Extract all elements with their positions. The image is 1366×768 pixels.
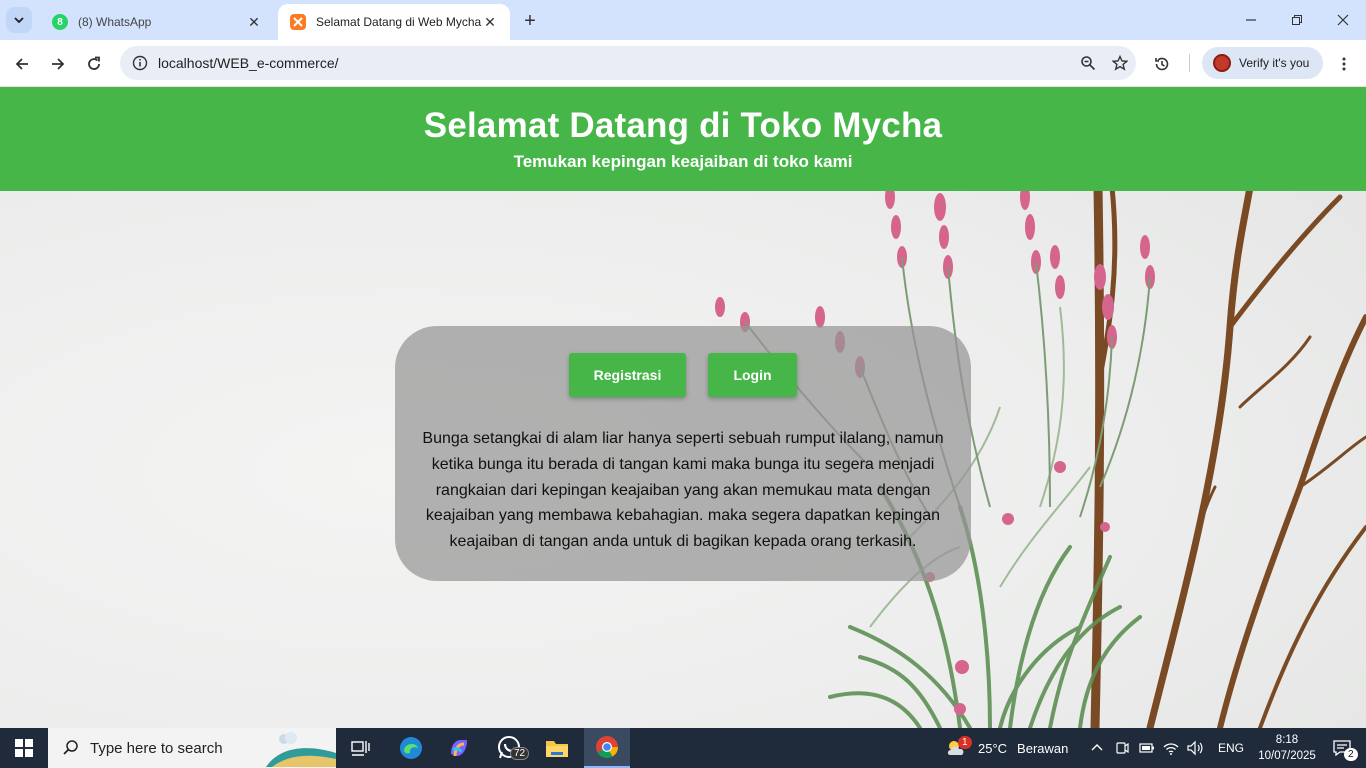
- search-highlight-icon: [266, 732, 336, 767]
- page-subtitle: Temukan kepingan keajaiban di toko kami: [513, 152, 853, 171]
- clock-date: 10/07/2025: [1258, 750, 1316, 762]
- chrome-icon: [596, 736, 618, 758]
- minimize-icon: [1246, 19, 1256, 21]
- clock[interactable]: 8:18 10/07/2025: [1256, 728, 1318, 768]
- copilot-icon: [451, 740, 467, 757]
- welcome-card: Registrasi Login Bunga setangkai di alam…: [395, 326, 971, 581]
- xampp-favicon-icon: [290, 14, 306, 30]
- reload-button[interactable]: [80, 50, 108, 78]
- toolbar-divider: [1189, 54, 1190, 72]
- search-placeholder: Type here to search: [90, 739, 223, 757]
- start-button[interactable]: [0, 728, 48, 768]
- reload-icon: [88, 56, 100, 70]
- weather-alert-badge: 1: [958, 736, 972, 749]
- minimize-button[interactable]: [1228, 0, 1274, 40]
- whatsapp-unread-badge: 72: [510, 747, 530, 760]
- clock-time: 8:18: [1275, 734, 1299, 746]
- windows-logo-icon: [15, 739, 33, 757]
- plus-icon: +: [524, 9, 536, 32]
- site-info-icon[interactable]: [122, 55, 158, 71]
- task-view-button[interactable]: [338, 728, 384, 768]
- file-explorer-taskbar-button[interactable]: [534, 728, 580, 768]
- arrow-right-icon: [52, 58, 65, 70]
- page-header: Selamat Datang di Toko Mycha Temukan kep…: [0, 87, 1366, 191]
- tab-search-button[interactable]: [6, 7, 32, 33]
- copilot-taskbar-button[interactable]: [436, 728, 482, 768]
- address-bar[interactable]: localhost/WEB_e-commerce/: [120, 46, 1136, 80]
- wifi-icon[interactable]: [1162, 740, 1180, 756]
- chrome-taskbar-button[interactable]: [584, 728, 630, 768]
- battery-icon[interactable]: [1138, 740, 1156, 756]
- web-page: Selamat Datang di Toko Mycha Temukan kep…: [0, 87, 1366, 728]
- history-icon: [1155, 57, 1169, 71]
- weather-temperature: 25°C: [978, 740, 1008, 756]
- tab-mycha[interactable]: Selamat Datang di Web Mycha ✕: [278, 4, 510, 40]
- back-button[interactable]: [8, 50, 36, 78]
- close-tab-icon[interactable]: ✕: [482, 14, 498, 30]
- url-text[interactable]: localhost/WEB_e-commerce/: [158, 55, 1072, 71]
- whatsapp-tab-badge: 8: [57, 16, 63, 28]
- notification-center-button[interactable]: 2: [1322, 728, 1362, 768]
- taskbar-search-box[interactable]: Type here to search: [48, 728, 336, 768]
- zoom-icon[interactable]: [1072, 55, 1104, 71]
- restore-button[interactable]: [1274, 0, 1320, 40]
- bookmark-star-icon[interactable]: [1104, 55, 1136, 71]
- tab-title: (8) WhatsApp: [78, 15, 152, 29]
- register-button[interactable]: Registrasi: [569, 353, 686, 397]
- task-view-icon: [351, 741, 370, 756]
- chevron-up-icon[interactable]: [1090, 741, 1104, 755]
- forward-button[interactable]: [44, 50, 72, 78]
- windows-taskbar: Type here to search 72 1 25°C Berawan EN…: [0, 728, 1366, 768]
- search-icon: [63, 740, 78, 755]
- meet-now-icon[interactable]: [1114, 740, 1130, 756]
- profile-verify-button[interactable]: Verify it's you: [1202, 47, 1323, 79]
- edge-taskbar-button[interactable]: [388, 728, 434, 768]
- description-text: Bunga setangkai di alam liar hanya seper…: [422, 430, 944, 551]
- folder-icon: [546, 741, 568, 757]
- more-vert-icon: [1342, 57, 1346, 71]
- arrow-left-icon: [15, 58, 28, 70]
- whatsapp-taskbar-button[interactable]: 72: [486, 728, 532, 768]
- weather-description: Berawan: [1017, 740, 1069, 756]
- new-tab-button[interactable]: +: [518, 9, 542, 33]
- verify-label: Verify it's you: [1239, 56, 1310, 70]
- system-tray-icons: ENG: [1090, 728, 1244, 768]
- volume-icon[interactable]: [1186, 740, 1204, 756]
- tab-whatsapp[interactable]: 8 (8) WhatsApp ✕: [40, 4, 274, 40]
- tab-strip: 8 (8) WhatsApp ✕ Selamat Datang di Web M…: [0, 0, 1366, 40]
- restore-icon: [1292, 15, 1302, 25]
- whatsapp-favicon-icon: 8: [52, 14, 68, 30]
- menu-button[interactable]: [1330, 50, 1358, 78]
- close-window-button[interactable]: [1320, 0, 1366, 40]
- notification-count-badge: 2: [1344, 748, 1358, 761]
- chevron-down-icon: [14, 17, 24, 24]
- close-icon: [1337, 14, 1349, 26]
- tab-title: Selamat Datang di Web Mycha: [316, 15, 482, 29]
- close-tab-icon[interactable]: ✕: [246, 14, 262, 30]
- avatar: [1213, 54, 1231, 72]
- page-title: Selamat Datang di Toko Mycha: [423, 106, 943, 145]
- weather-widget[interactable]: 1 25°C Berawan: [944, 728, 1068, 768]
- language-indicator[interactable]: ENG: [1218, 741, 1244, 755]
- edge-icon: [400, 737, 422, 759]
- browser-toolbar: localhost/WEB_e-commerce/ Verify it's yo…: [0, 40, 1366, 87]
- login-button[interactable]: Login: [708, 353, 797, 397]
- history-button[interactable]: [1148, 50, 1176, 78]
